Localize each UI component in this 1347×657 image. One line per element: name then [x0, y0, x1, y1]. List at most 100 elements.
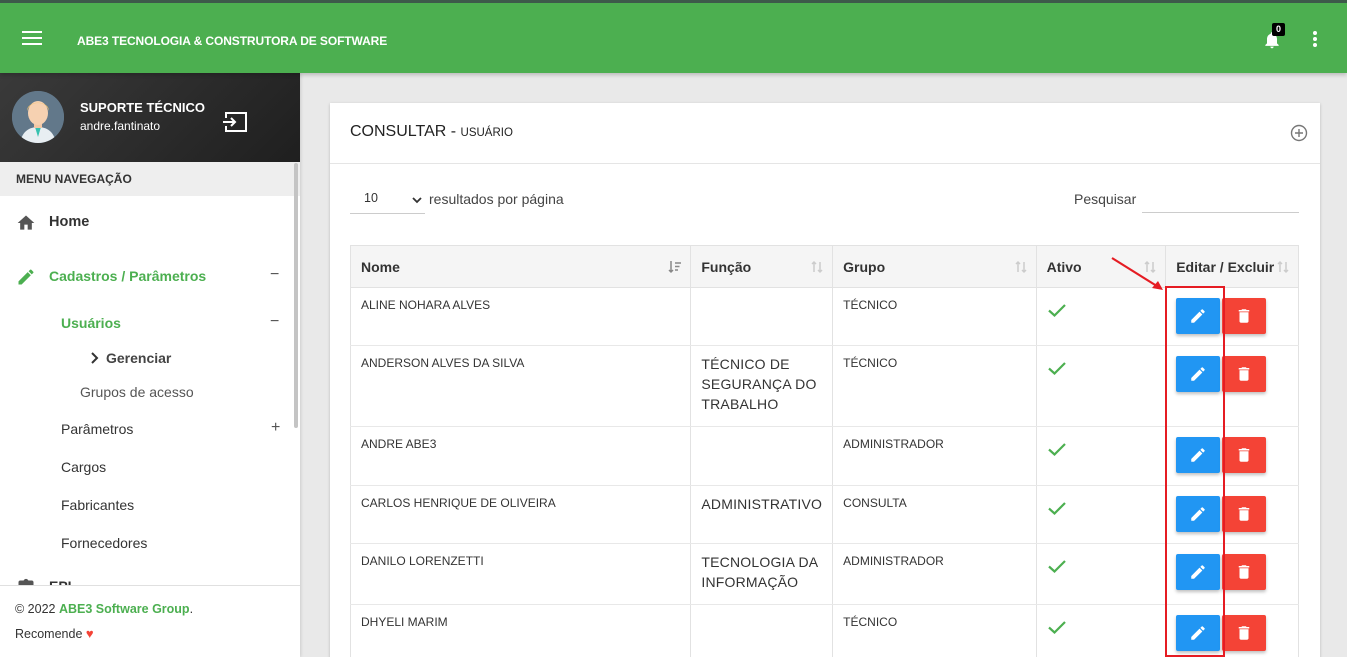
app-title: ABE3 TECNOLOGIA & CONSTRUTORA DE SOFTWAR… — [77, 34, 388, 48]
cell-grupo: TÉCNICO — [832, 287, 1037, 346]
logout-icon[interactable] — [222, 111, 248, 133]
edit-button[interactable] — [1176, 554, 1221, 590]
cadastros-collapse-toggle[interactable]: − — [270, 266, 279, 284]
cell-ativo — [1036, 543, 1167, 605]
cell-funcao: TÉCNICO DE SEGURANÇA DO TRABALHO — [690, 345, 834, 427]
check-icon — [1047, 560, 1067, 579]
copyright-line: © 2022 ABE3 Software Group. — [15, 602, 285, 616]
sidebar-item-cadastros[interactable]: Cadastros / Parâmetros — [49, 268, 206, 284]
heart-icon: ♥ — [85, 626, 94, 641]
sidebar: SUPORTE TÉCNICO andre.fantinato MENU NAV… — [0, 73, 300, 657]
cell-funcao — [690, 604, 834, 657]
user-login: andre.fantinato — [80, 119, 161, 133]
title-separator: - — [446, 123, 461, 140]
delete-button[interactable] — [1222, 615, 1267, 651]
table-row: ANDRE ABE3 ADMINISTRADOR — [349, 426, 1299, 486]
check-icon — [1047, 502, 1067, 521]
delete-button[interactable] — [1222, 356, 1267, 392]
user-info: SUPORTE TÉCNICO andre.fantinato — [0, 73, 300, 162]
delete-button[interactable] — [1222, 496, 1267, 532]
menu-icon[interactable] — [22, 31, 42, 45]
delete-button[interactable] — [1222, 298, 1267, 334]
cell-nome: ALINE NOHARA ALVES — [349, 287, 692, 346]
company-link[interactable]: ABE3 Software Group — [59, 602, 190, 616]
sidebar-item-epi[interactable]: EPI — [49, 578, 72, 585]
notifications-bell-icon[interactable]: 0 — [1262, 23, 1285, 51]
cell-funcao — [690, 426, 834, 486]
table-body: ALINE NOHARA ALVES TÉCNICO ANDERSON ALVES … — [349, 287, 1299, 657]
column-label-nome: Nome — [361, 258, 400, 275]
page-length-value: 10 — [364, 191, 378, 205]
cell-grupo: CONSULTA — [832, 485, 1037, 544]
column-header-grupo[interactable]: Grupo — [832, 245, 1037, 288]
cell-ativo — [1036, 485, 1167, 544]
sort-icon — [810, 260, 824, 274]
cell-grupo: TÉCNICO — [832, 604, 1037, 657]
sidebar-item-grupos-acesso[interactable]: Grupos de acesso — [80, 384, 194, 400]
cell-funcao: ADMINISTRATIVO — [690, 485, 834, 544]
page-length-label: resultados por página — [429, 191, 564, 207]
cell-acoes — [1165, 287, 1299, 346]
edit-button[interactable] — [1176, 496, 1221, 532]
cell-ativo — [1036, 345, 1167, 427]
cell-nome: CARLOS HENRIQUE DE OLIVEIRA — [349, 485, 692, 544]
table-header-row: Nome Função Grupo Ativo Editar / Excluir — [349, 245, 1299, 288]
table-row: DHYELI MARIM TÉCNICO — [349, 604, 1299, 657]
title-text: CONSULTAR — [350, 123, 447, 140]
sort-icon — [1276, 260, 1290, 274]
more-vert-icon[interactable] — [1308, 31, 1322, 51]
card-header: CONSULTAR - USUÁRIO — [330, 103, 1320, 164]
copyright-period: . — [189, 602, 194, 616]
cell-acoes — [1165, 604, 1299, 657]
edit-button[interactable] — [1176, 298, 1221, 334]
sidebar-item-gerenciar[interactable]: Gerenciar — [106, 350, 171, 366]
sidebar-item-cargos[interactable]: Cargos — [61, 459, 106, 475]
cell-grupo: TÉCNICO — [832, 345, 1037, 427]
cell-ativo — [1036, 426, 1167, 486]
cell-grupo: ADMINISTRADOR — [832, 426, 1037, 486]
cell-nome: ANDERSON ALVES DA SILVA — [349, 345, 692, 427]
column-header-funcao[interactable]: Função — [690, 245, 834, 288]
column-header-acoes[interactable]: Editar / Excluir — [1165, 245, 1299, 288]
table-row: DANILO LORENZETTI TECNOLOGIA DA INFORMAÇÃ… — [349, 543, 1299, 605]
cell-acoes — [1165, 543, 1299, 605]
parametros-expand-toggle[interactable]: + — [271, 419, 280, 437]
edit-button[interactable] — [1176, 615, 1221, 651]
sort-icon — [1143, 260, 1157, 274]
edit-button[interactable] — [1176, 437, 1221, 473]
sidebar-item-fornecedores[interactable]: Fornecedores — [61, 535, 147, 551]
sidebar-item-parametros[interactable]: Parâmetros — [61, 421, 133, 437]
table-row: ANDERSON ALVES DA SILVA TÉCNICO DE SEGURA… — [349, 345, 1299, 427]
search-input[interactable] — [1142, 185, 1299, 213]
home-icon — [16, 213, 36, 233]
column-header-ativo[interactable]: Ativo — [1035, 245, 1167, 288]
add-circle-icon[interactable] — [1290, 124, 1308, 142]
copyright-text: © 2022 — [15, 602, 56, 616]
recommend-line: Recomende ♥ — [15, 626, 285, 641]
cell-acoes — [1165, 485, 1299, 544]
table-row: ALINE NOHARA ALVES TÉCNICO — [349, 287, 1299, 346]
cell-funcao: TECNOLOGIA DA INFORMAÇÃO — [690, 543, 834, 605]
delete-button[interactable] — [1222, 437, 1267, 473]
sidebar-item-usuarios[interactable]: Usuários — [61, 315, 121, 331]
cell-grupo: ADMINISTRADOR — [832, 543, 1037, 605]
users-table: Nome Função Grupo Ativo Editar / Excluir… — [349, 245, 1299, 657]
usuarios-collapse-toggle[interactable]: − — [270, 313, 279, 331]
pencil-icon — [16, 267, 36, 287]
column-header-nome[interactable]: Nome — [349, 245, 692, 288]
menu-header: MENU NAVEGAÇÃO — [0, 162, 300, 196]
sidebar-scrollbar[interactable] — [294, 163, 298, 428]
sort-icon — [1014, 260, 1028, 274]
cell-nome: DANILO LORENZETTI — [349, 543, 692, 605]
page-length-select[interactable]: 10 — [350, 186, 425, 214]
check-icon — [1047, 443, 1067, 462]
delete-button[interactable] — [1222, 554, 1267, 590]
page-title: CONSULTAR - USUÁRIO — [350, 123, 513, 141]
chevron-right-icon — [90, 351, 100, 365]
table-row: CARLOS HENRIQUE DE OLIVEIRA ADMINISTRATIV… — [349, 485, 1299, 544]
sidebar-item-home[interactable]: Home — [49, 214, 89, 230]
cell-ativo — [1036, 287, 1167, 346]
edit-button[interactable] — [1176, 356, 1221, 392]
cell-nome: DHYELI MARIM — [349, 604, 692, 657]
sidebar-item-fabricantes[interactable]: Fabricantes — [61, 497, 134, 513]
